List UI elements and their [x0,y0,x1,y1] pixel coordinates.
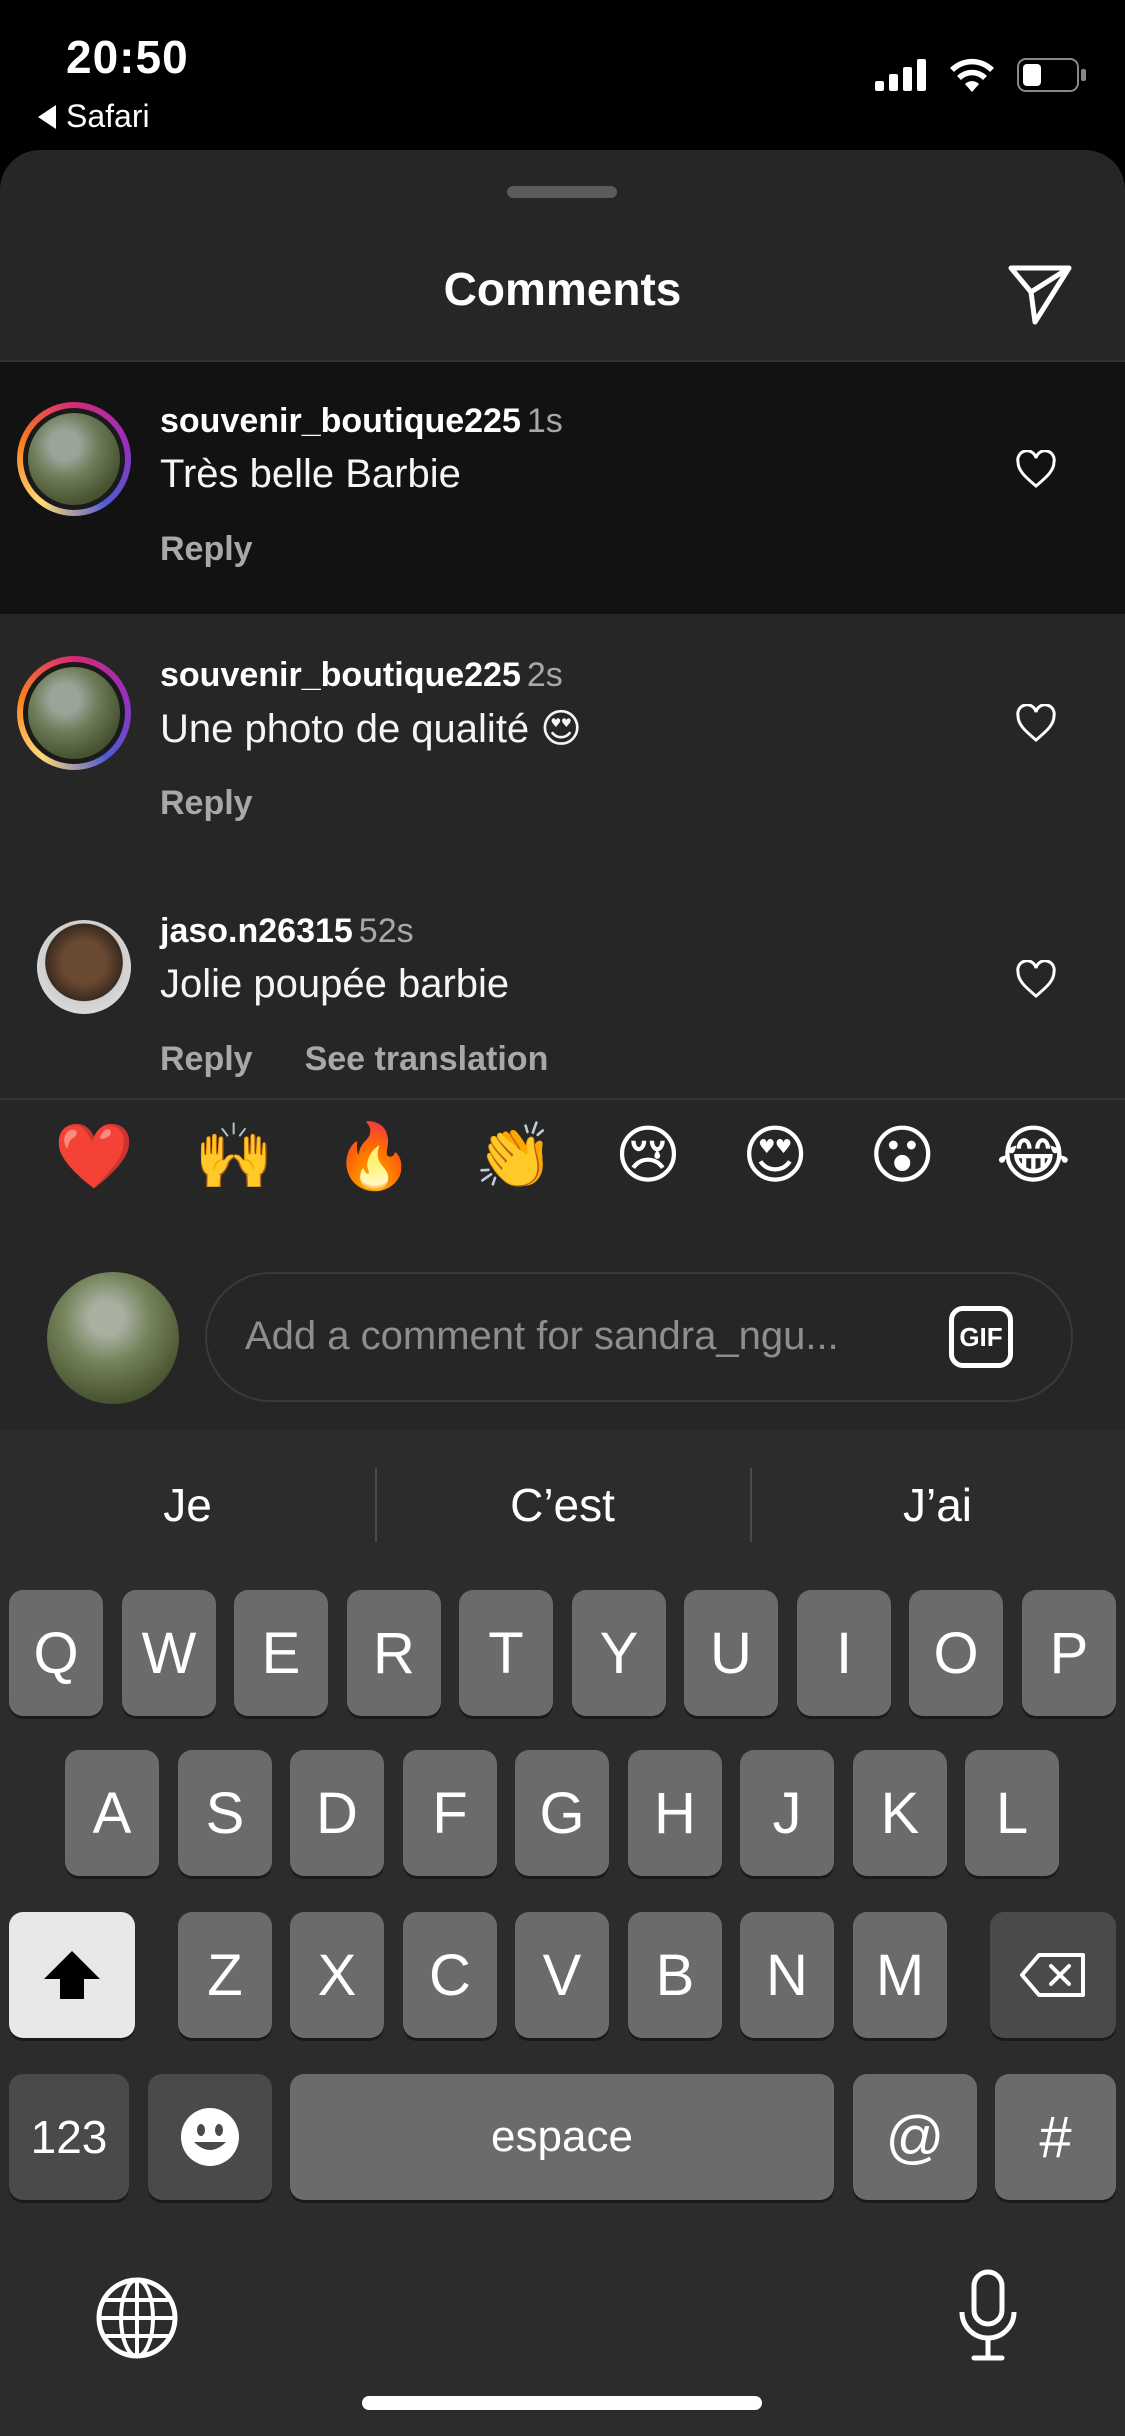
like-heart-icon[interactable] [1014,450,1058,490]
username-text[interactable]: souvenir_boutique225 [160,402,521,440]
key-f[interactable]: F [403,1750,497,1876]
key-n[interactable]: N [740,1912,834,2038]
key-u[interactable]: U [684,1590,778,1716]
key-h[interactable]: H [628,1750,722,1876]
gif-button[interactable]: GIF [949,1306,1013,1368]
hash-key[interactable]: # [995,2074,1116,2200]
key-r[interactable]: R [347,1590,441,1716]
key-s[interactable]: S [178,1750,272,1876]
composer-avatar [47,1272,179,1404]
status-bar: 20:50 Safari [0,0,1125,150]
key-c[interactable]: C [403,1912,497,2038]
key-v[interactable]: V [515,1912,609,2038]
key-i[interactable]: I [797,1590,891,1716]
backspace-key[interactable] [990,1912,1116,2038]
emoji-fire[interactable]: 🔥 [334,1119,414,1194]
emoji-surprised[interactable]: 😮 [869,1119,936,1193]
key-o[interactable]: O [909,1590,1003,1716]
key-m[interactable]: M [853,1912,947,2038]
avatar[interactable] [17,656,131,770]
reply-button[interactable]: Reply [160,1040,253,1079]
see-translation-button[interactable]: See translation [305,1040,549,1079]
back-label: Safari [66,98,150,134]
comment-input[interactable]: Add a comment for sandra_ngu... GIF [205,1272,1073,1402]
avatar[interactable] [17,402,131,516]
space-key[interactable]: espace [290,2074,834,2200]
key-k[interactable]: K [853,1750,947,1876]
microphone-icon[interactable] [956,2268,1020,2364]
comment-username[interactable]: souvenir_boutique225 1s [160,402,563,441]
comment-item[interactable]: souvenir_boutique225 1s Très belle Barbie… [0,362,1125,614]
globe-icon[interactable] [95,2276,179,2360]
sheet-title: Comments [443,263,682,315]
shift-arrow-icon [44,1951,100,1999]
comment-item[interactable]: jaso.n26315 52s Jolie poupée barbie Reply… [0,872,1125,1128]
like-heart-icon[interactable] [1014,704,1058,744]
key-a[interactable]: A [65,1750,159,1876]
signal-icon [875,59,926,91]
key-w[interactable]: W [122,1590,216,1716]
key-q[interactable]: Q [9,1590,103,1716]
key-b[interactable]: B [628,1912,722,2038]
key-g[interactable]: G [515,1750,609,1876]
avatar[interactable] [37,920,131,1014]
comment-time: 2s [526,656,563,694]
prediction-3[interactable]: J’ai [750,1430,1125,1580]
comment-username[interactable]: souvenir_boutique225 2s [160,656,563,695]
comment-time: 1s [526,402,563,440]
emoji-laughing[interactable]: 😂 [996,1119,1071,1193]
share-send-icon[interactable] [1005,258,1075,328]
username-text[interactable]: jaso.n26315 [160,912,353,950]
emoji-clapping[interactable]: 👏 [474,1119,554,1194]
emoji-raised-hands[interactable]: 🙌 [194,1119,274,1194]
backspace-icon [1020,1953,1085,1997]
numbers-key[interactable]: 123 [9,2074,129,2200]
battery-icon [1017,58,1086,92]
key-x[interactable]: X [290,1912,384,2038]
back-arrow-icon [38,104,56,129]
comment-time: 52s [358,912,414,950]
username-text[interactable]: souvenir_boutique225 [160,656,521,694]
status-icons [875,58,1087,92]
key-z[interactable]: Z [178,1912,272,2038]
emoji-crying[interactable]: 😢 [615,1119,682,1193]
shift-key[interactable] [9,1912,135,2038]
comment-username[interactable]: jaso.n26315 52s [160,912,414,951]
home-indicator[interactable] [362,2396,762,2410]
reply-button[interactable]: Reply [160,530,253,569]
smiley-icon [181,2108,239,2166]
predictive-bar: Je C’est J’ai [0,1430,1125,1580]
key-e[interactable]: E [234,1590,328,1716]
comment-text: Une photo de qualité 😍 [160,707,582,751]
key-y[interactable]: Y [572,1590,666,1716]
key-j[interactable]: J [740,1750,834,1876]
prediction-2[interactable]: C’est [375,1430,750,1580]
comment-text: Très belle Barbie [160,452,461,496]
back-to-safari[interactable]: Safari [38,98,150,135]
emoji-heart[interactable]: ❤️ [54,1119,134,1194]
at-key[interactable]: @ [853,2074,977,2200]
keyboard: Je C’est J’ai Q W E R T Y U I O P A S D … [0,1430,1125,2436]
key-t[interactable]: T [459,1590,553,1716]
wifi-icon [950,58,994,92]
status-time: 20:50 [66,31,189,83]
comment-input-placeholder[interactable]: Add a comment for sandra_ngu... [245,1314,839,1359]
key-d[interactable]: D [290,1750,384,1876]
key-p[interactable]: P [1022,1590,1116,1716]
comment-text: Jolie poupée barbie [160,962,510,1006]
emoji-key[interactable] [148,2074,272,2200]
prediction-1[interactable]: Je [0,1430,375,1580]
sheet-grabber[interactable] [507,186,617,198]
comment-item[interactable]: souvenir_boutique225 2s Une photo de qual… [0,616,1125,872]
quick-emoji-bar: ❤️ 🙌 🔥 👏 😢 😍 😮 😂 [0,1096,1125,1216]
comments-sheet: Comments souvenir_boutique225 1s Très bel… [0,150,1125,1430]
like-heart-icon[interactable] [1014,960,1058,1000]
key-l[interactable]: L [965,1750,1059,1876]
emoji-heart-eyes[interactable]: 😍 [742,1119,809,1193]
reply-button[interactable]: Reply [160,784,253,823]
